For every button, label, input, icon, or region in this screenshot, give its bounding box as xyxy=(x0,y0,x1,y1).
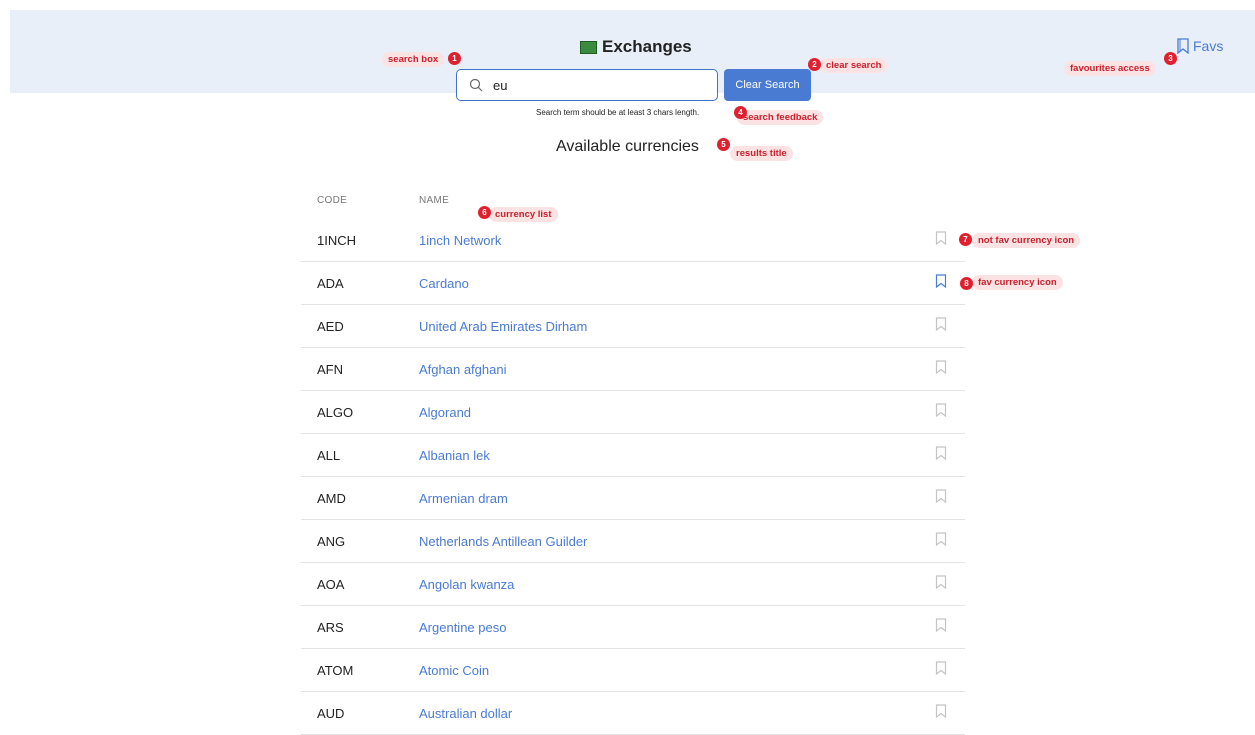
search-input[interactable] xyxy=(491,76,695,94)
currency-name-link[interactable]: Armenian dram xyxy=(419,491,508,506)
app-title: Exchanges xyxy=(602,37,692,56)
search-icon xyxy=(469,78,483,92)
favs-link[interactable]: Favs xyxy=(1176,38,1223,54)
annotation-label: search feedback xyxy=(737,110,824,125)
table-row[interactable]: AFN Afghan afghani xyxy=(301,348,965,391)
currency-code: AFN xyxy=(317,362,343,377)
annotation-number: 3 xyxy=(1164,52,1177,65)
table-row[interactable]: AUD Australian dollar xyxy=(301,692,965,735)
favs-label: Favs xyxy=(1193,38,1224,54)
table-row[interactable]: ADA Cardano xyxy=(301,262,965,305)
search-feedback: Search term should be at least 3 chars l… xyxy=(536,108,700,117)
column-header-code: CODE xyxy=(317,195,348,206)
search-box[interactable] xyxy=(456,69,718,101)
currency-name-link[interactable]: 1inch Network xyxy=(419,233,501,248)
currency-code: ALL xyxy=(317,448,341,463)
currency-name-link[interactable]: Netherlands Antillean Guilder xyxy=(419,534,587,549)
currency-name-link[interactable]: Angolan kwanza xyxy=(419,577,514,592)
table-row[interactable]: 1INCH 1inch Network xyxy=(301,219,965,262)
currency-code: ANG xyxy=(317,534,346,549)
annotation-label: clear search xyxy=(820,58,888,73)
table-row[interactable]: ARS Argentine peso xyxy=(301,606,965,649)
annotation-label: results title xyxy=(730,146,793,161)
currency-code: ALGO xyxy=(317,405,354,420)
table-row[interactable]: AMD Armenian dram xyxy=(301,477,965,520)
not-fav-bookmark-icon[interactable] xyxy=(935,661,947,680)
currency-code: AOA xyxy=(317,577,345,592)
annotation-label: not fav currency icon xyxy=(972,233,1081,248)
table-row[interactable]: AED United Arab Emirates Dirham xyxy=(301,305,965,348)
annotation-number: 7 xyxy=(959,233,972,246)
exchange-logo-icon xyxy=(580,40,597,54)
currency-name-link[interactable]: Afghan afghani xyxy=(419,362,506,377)
annotation-number: 5 xyxy=(717,138,730,151)
currency-code: ARS xyxy=(317,620,344,635)
annotation-label: search box xyxy=(382,52,445,67)
not-fav-bookmark-icon[interactable] xyxy=(935,317,947,336)
currency-name-link[interactable]: Cardano xyxy=(419,276,469,291)
table-row[interactable]: AOA Angolan kwanza xyxy=(301,563,965,606)
currency-name-link[interactable]: Australian dollar xyxy=(419,706,512,721)
clear-search-button[interactable]: Clear Search xyxy=(724,69,811,101)
currency-name-link[interactable]: Algorand xyxy=(419,405,471,420)
table-row[interactable]: ATOM Atomic Coin xyxy=(301,649,965,692)
not-fav-bookmark-icon[interactable] xyxy=(935,618,947,637)
not-fav-bookmark-icon[interactable] xyxy=(935,360,947,379)
currency-code: AUD xyxy=(317,706,345,721)
app-brand: Exchanges xyxy=(580,37,692,57)
bookmark-icon xyxy=(1177,38,1189,54)
not-fav-bookmark-icon[interactable] xyxy=(935,446,947,465)
not-fav-bookmark-icon[interactable] xyxy=(935,532,947,551)
currency-list: CODE NAME 1INCH 1inch Network ADA Cardano AE… xyxy=(301,191,965,735)
currency-code: ATOM xyxy=(317,663,354,678)
annotation-number: 6 xyxy=(478,206,491,219)
annotation-number: 4 xyxy=(734,106,747,119)
currency-name-link[interactable]: Atomic Coin xyxy=(419,663,489,678)
table-header: CODE NAME xyxy=(301,191,965,219)
not-fav-bookmark-icon[interactable] xyxy=(935,403,947,422)
not-fav-bookmark-icon[interactable] xyxy=(935,575,947,594)
fav-bookmark-icon[interactable] xyxy=(935,274,947,293)
annotation-number: 2 xyxy=(808,58,821,71)
annotation-label: currency list xyxy=(489,207,558,222)
annotation-label: fav currency icon xyxy=(972,275,1063,290)
annotation-number: 8 xyxy=(960,277,973,290)
currency-code: AMD xyxy=(317,491,346,506)
table-row[interactable]: ALGO Algorand xyxy=(301,391,965,434)
not-fav-bookmark-icon[interactable] xyxy=(935,704,947,723)
currency-code: 1INCH xyxy=(317,233,357,248)
not-fav-bookmark-icon[interactable] xyxy=(935,489,947,508)
table-row[interactable]: ANG Netherlands Antillean Guilder xyxy=(301,520,965,563)
table-row[interactable]: ALL Albanian lek xyxy=(301,434,965,477)
currency-code: AED xyxy=(317,319,344,334)
not-fav-bookmark-icon[interactable] xyxy=(935,231,947,250)
currency-name-link[interactable]: United Arab Emirates Dirham xyxy=(419,319,587,334)
currency-code: ADA xyxy=(317,276,344,291)
currency-name-link[interactable]: Albanian lek xyxy=(419,448,490,463)
column-header-name: NAME xyxy=(419,195,450,206)
results-title: Available currencies xyxy=(556,138,699,155)
annotation-label: favourites access xyxy=(1064,61,1156,76)
currency-name-link[interactable]: Argentine peso xyxy=(419,620,506,635)
annotation-number: 1 xyxy=(448,52,461,65)
